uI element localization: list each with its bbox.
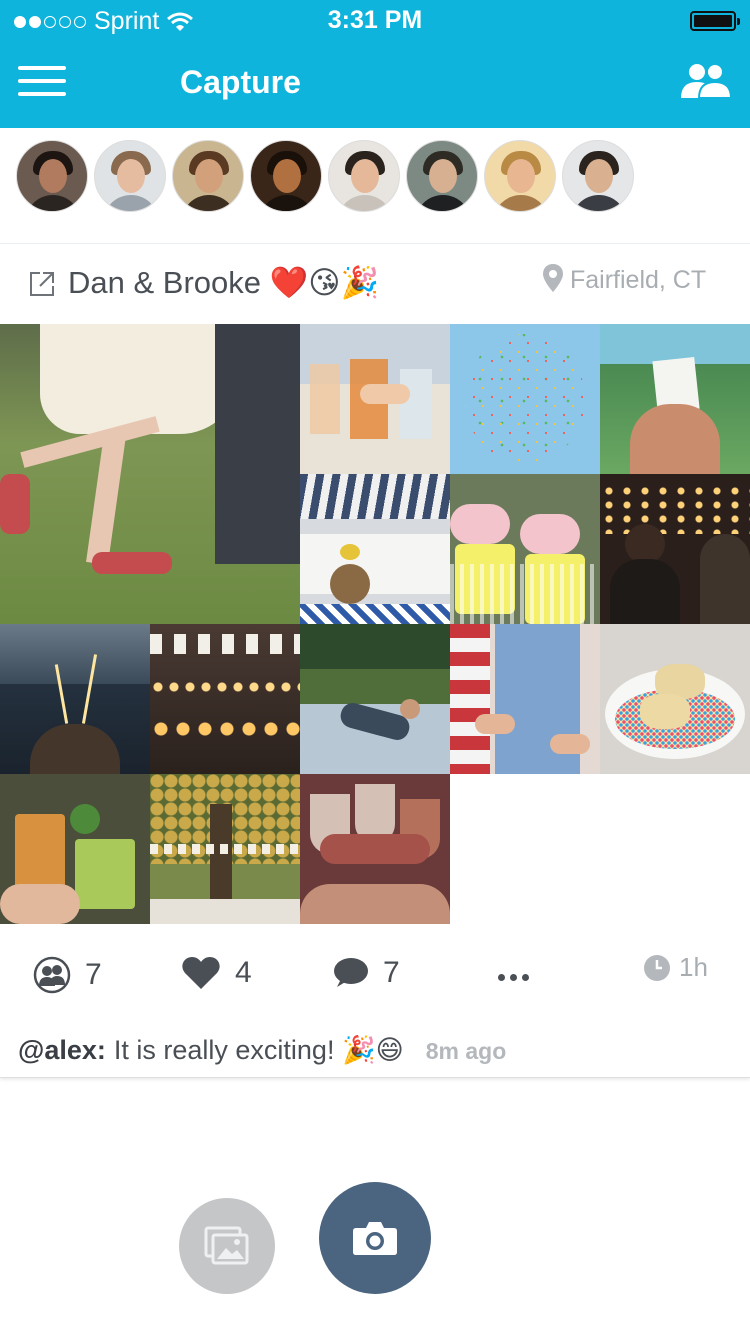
avatar[interactable] [172,140,244,212]
clock-icon [644,954,670,981]
album-card[interactable]: Dan & Brooke ❤️😘🎉 Fairfield, CT 7 4 7 1h… [0,243,750,1078]
album-title: Dan & Brooke ❤️😘🎉 [68,265,380,300]
status-bar: Sprint 3:31 PM [0,0,750,40]
avatar[interactable] [406,140,478,212]
avatar[interactable] [94,140,166,212]
share-icon[interactable] [28,270,56,298]
time-left: 1h [643,952,708,983]
likes-stat[interactable]: 4 [181,956,252,990]
photo-tile[interactable] [450,474,600,624]
album-location: Fairfield, CT [570,266,707,294]
avatar[interactable] [16,140,88,212]
comment-icon [334,958,368,987]
app-header: Sprint 3:31 PM Capture [0,0,750,128]
comment-text: It is really exciting! 🎉😄 [113,1035,404,1065]
photo-tile[interactable] [0,324,300,624]
page-title: Capture [180,64,301,100]
comment-author[interactable]: @alex: [18,1035,106,1066]
clock: 3:31 PM [327,6,423,34]
photo-tile[interactable] [0,624,150,774]
album-header: Dan & Brooke ❤️😘🎉 Fairfield, CT [0,244,750,325]
gallery-button[interactable] [179,1198,275,1294]
avatar[interactable] [328,140,400,212]
camera-button[interactable] [319,1182,431,1294]
hamburger-menu-icon[interactable] [18,66,66,96]
members-icon [33,956,71,994]
photo-tile[interactable] [600,624,750,774]
battery-icon [690,11,740,31]
member-avatars [16,140,634,212]
latest-comment[interactable]: @alex: It is really exciting! 🎉😄 8m ago [18,1034,506,1066]
comments-stat[interactable]: 7 [333,956,400,990]
location-pin-icon [543,264,563,292]
photo-tile[interactable] [450,624,600,774]
photo-tile[interactable] [150,774,300,924]
photo-tile[interactable] [450,324,600,474]
avatar[interactable] [484,140,556,212]
likes-count: 4 [235,956,252,989]
camera-icon [353,1222,397,1255]
photo-tile[interactable] [300,474,450,624]
photo-grid [0,324,750,924]
people-icon[interactable] [678,62,732,100]
members-count: 7 [85,958,102,991]
gallery-icon [204,1226,249,1265]
avatar[interactable] [250,140,322,212]
time-left-value: 1h [679,952,708,982]
photo-tile[interactable] [300,324,450,474]
album-stats: 7 4 7 1h [0,934,750,1018]
photo-tile[interactable] [150,624,300,774]
photo-tile[interactable] [300,774,450,924]
photo-tile[interactable] [0,774,150,924]
members-stat[interactable]: 7 [33,956,102,994]
photo-tile[interactable] [600,324,750,474]
photo-tile[interactable] [600,474,750,624]
photo-tile[interactable] [300,624,450,774]
more-icon[interactable] [498,974,529,981]
comment-time: 8m ago [425,1038,507,1064]
heart-icon [182,957,220,989]
comments-count: 7 [383,956,400,989]
avatar[interactable] [562,140,634,212]
